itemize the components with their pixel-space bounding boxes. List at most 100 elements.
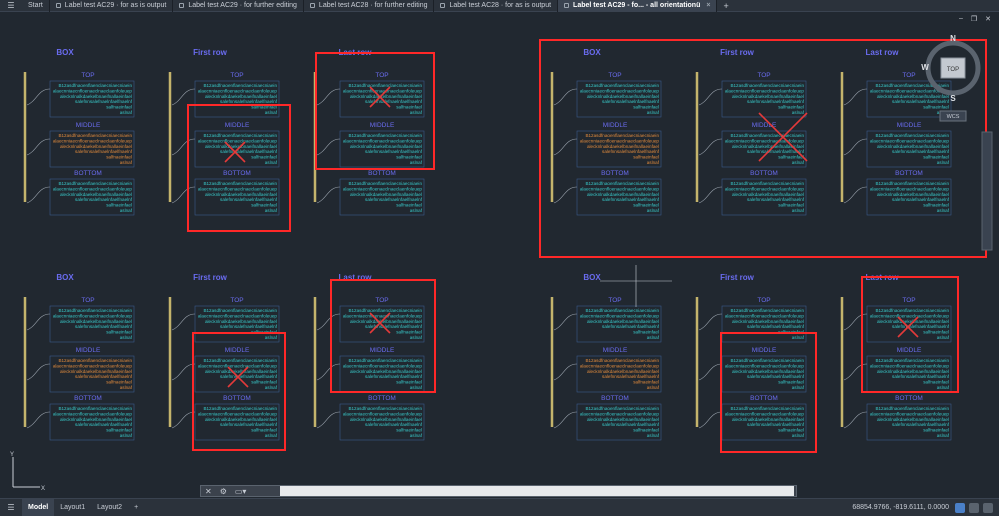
label-text-line: salfnaeinfael [923, 155, 949, 160]
tab-layout1[interactable]: Layout1 [54, 499, 91, 516]
tab-doc-active[interactable]: Label test AC29 - fo... - all orientatio… [558, 0, 718, 12]
drawing-canvas[interactable]: BOX First row Last row TOP B12asdfnaoenflaen… [0, 12, 999, 498]
leader-line [553, 186, 578, 204]
status-bar: ☰ Model Layout1 Layout2 + 68854.9766, -8… [0, 498, 999, 516]
label-text-line: B12asdfnaoenflaenclaecniaecniaein [58, 83, 132, 88]
label-text-line: salfnaeinfael [251, 155, 277, 160]
row-label: BOTTOM [601, 170, 629, 177]
column-header: Last row [866, 48, 900, 57]
command-input[interactable] [280, 486, 794, 496]
label-text-line: B12asdfnaoenflaenclaecniaecniaein [203, 406, 277, 411]
label-text-line: alaecnniaecnfloenaeclnaeclaenfoleuep [870, 411, 950, 416]
viewcube-face-label: TOP [947, 67, 959, 73]
close-command-icon[interactable]: ✕ [201, 487, 216, 496]
label-text-line: aslnaf [120, 110, 133, 115]
label-text-line: B12asdfnaoenflaenclaecniaecniaein [730, 181, 804, 186]
row-label: BOTTOM [223, 170, 251, 177]
label-text-line: aslnaf [410, 433, 423, 438]
compass-north: N [950, 34, 956, 43]
command-prompt-icon[interactable]: ▭▾ [231, 487, 251, 496]
label-text-line: alecknlnalkdaekelbnaeifnallaeinfael [60, 192, 132, 197]
row-label: BOTTOM [74, 170, 102, 177]
label-text-line: alaecnniaecnfloenaeclnaeclaenfoleuep [198, 88, 278, 93]
label-text-line: salefnnsalefnaelnfaelfnaelnf [75, 324, 133, 329]
label-text-line: salfnaeinfael [396, 330, 422, 335]
label-text-line: alecknlnalkdaekelbnaeifnallaeinfael [205, 192, 277, 197]
label-text-line: salefnnsalefnaelnfaelfnaelnf [220, 99, 278, 104]
label-text-line: alecknlnalkdaekelbnaeifnallaeinfael [587, 144, 659, 149]
label-text-line: alecknlnalkdaekelbnaeifnallaeinfael [877, 94, 949, 99]
leader-line [698, 411, 723, 429]
label-text-line: aslnaf [937, 385, 950, 390]
annotation-icon[interactable] [969, 503, 979, 513]
leader-line [26, 88, 51, 106]
restore-icon[interactable]: ❐ [971, 15, 977, 23]
label-text-line: salefnnsalefnaelnfaelfnaelnf [747, 374, 805, 379]
label-text-line: B12asdfnaoenflaenclaecniaecniaein [348, 181, 422, 186]
row-label: TOP [81, 297, 94, 304]
lock-icon [440, 3, 446, 8]
label-text-line: alecknlnalkdaekelbnaeifnallaeinfael [732, 192, 804, 197]
label-text-line: salefnnsalefnaelnfaelfnaelnf [747, 99, 805, 104]
drawing-svg: BOX First row Last row TOP B12asdfnaoenflaen… [10, 34, 993, 492]
column-header: First row [193, 273, 228, 282]
label-text-line: salefnnsalefnaelnfaelfnaelnf [602, 374, 660, 379]
tab-label: Label test AC28 · for as is output [449, 2, 552, 9]
label-text-line: salfnaeinfael [923, 380, 949, 385]
label-text-line: alaecnniaecnfloenaeclnaeclaenfoleuep [725, 88, 805, 93]
layout-list-icon[interactable]: ☰ [0, 499, 22, 516]
tab-doc-3[interactable]: Label test AC28 · for further editing [304, 0, 435, 12]
label-text-line: salfnaeinfael [251, 428, 277, 433]
row-label: TOP [230, 297, 243, 304]
leader-line [171, 313, 196, 331]
column-header: BOX [56, 48, 74, 57]
label-text-line: aslnaf [265, 335, 278, 340]
label-text-line: alecknlnalkdaekelbnaeifnallaeinfael [350, 144, 422, 149]
new-tab-button[interactable]: + [717, 1, 734, 11]
row-label: MIDDLE [225, 347, 250, 354]
leader-line [26, 411, 51, 429]
snap-icon[interactable] [955, 503, 965, 513]
label-text-line: salefnnsalefnaelnfaelfnaelnf [892, 324, 950, 329]
label-text-line: salefnnsalefnaelnfaelfnaelnf [365, 422, 423, 427]
row-label: TOP [902, 297, 915, 304]
label-text-line: salefnnsalefnaelnfaelfnaelnf [602, 197, 660, 202]
add-layout-icon[interactable]: + [128, 499, 144, 516]
label-text-line: alaecnniaecnfloenaeclnaeclaenfoleuep [343, 138, 423, 143]
label-text-line: alecknlnalkdaekelbnaeifnallaeinfael [350, 319, 422, 324]
column-header: First row [193, 48, 228, 57]
column-header: BOX [56, 273, 74, 282]
tab-doc-1[interactable]: Label test AC29 · for as is output [50, 0, 174, 12]
label-text-line: alecknlnalkdaekelbnaeifnallaeinfael [60, 369, 132, 374]
row-label: MIDDLE [603, 347, 628, 354]
label-text-line: B12asdfnaoenflaenclaecniaecniaein [348, 406, 422, 411]
tab-model[interactable]: Model [22, 498, 55, 516]
app-menu-icon[interactable]: ☰ [0, 0, 22, 12]
compass-west: W [921, 63, 929, 72]
leader-line [843, 138, 868, 156]
label-text-line: B12asdfnaoenflaenclaecniaecniaein [58, 406, 132, 411]
close-icon[interactable]: ✕ [985, 15, 991, 23]
customize-status-icon[interactable] [983, 503, 993, 513]
row-label: BOTTOM [895, 170, 923, 177]
tab-doc-2[interactable]: Label test AC29 · for further editing [173, 0, 304, 12]
wcs-label: WCS [947, 114, 960, 120]
label-text-line: salefnnsalefnaelnfaelfnaelnf [75, 422, 133, 427]
row-label: TOP [608, 297, 621, 304]
leader-line [698, 88, 723, 106]
tab-layout2[interactable]: Layout2 [91, 499, 128, 516]
label-text-line: alaecnniaecnfloenaeclnaeclaenfoleuep [725, 411, 805, 416]
customize-icon[interactable]: ⚙ [216, 487, 231, 496]
label-text-line: alecknlnalkdaekelbnaeifnallaeinfael [732, 319, 804, 324]
label-text-line: salfnaeinfael [251, 203, 277, 208]
row-label: TOP [375, 297, 388, 304]
label-text-line: alecknlnalkdaekelbnaeifnallaeinfael [60, 94, 132, 99]
minimize-icon[interactable]: – [959, 15, 963, 23]
row-label: TOP [375, 72, 388, 79]
label-text-line: B12asdfnaoenflaenclaecniaecniaein [58, 181, 132, 186]
label-text-line: B12asdfnaoenflaenclaecniaecniaein [875, 406, 949, 411]
tab-doc-4[interactable]: Label test AC28 · for as is output [434, 0, 559, 12]
label-text-line: salefnnsalefnaelnfaelfnaelnf [747, 324, 805, 329]
close-tab-icon[interactable]: × [706, 2, 710, 9]
tab-start[interactable]: Start [22, 0, 50, 12]
